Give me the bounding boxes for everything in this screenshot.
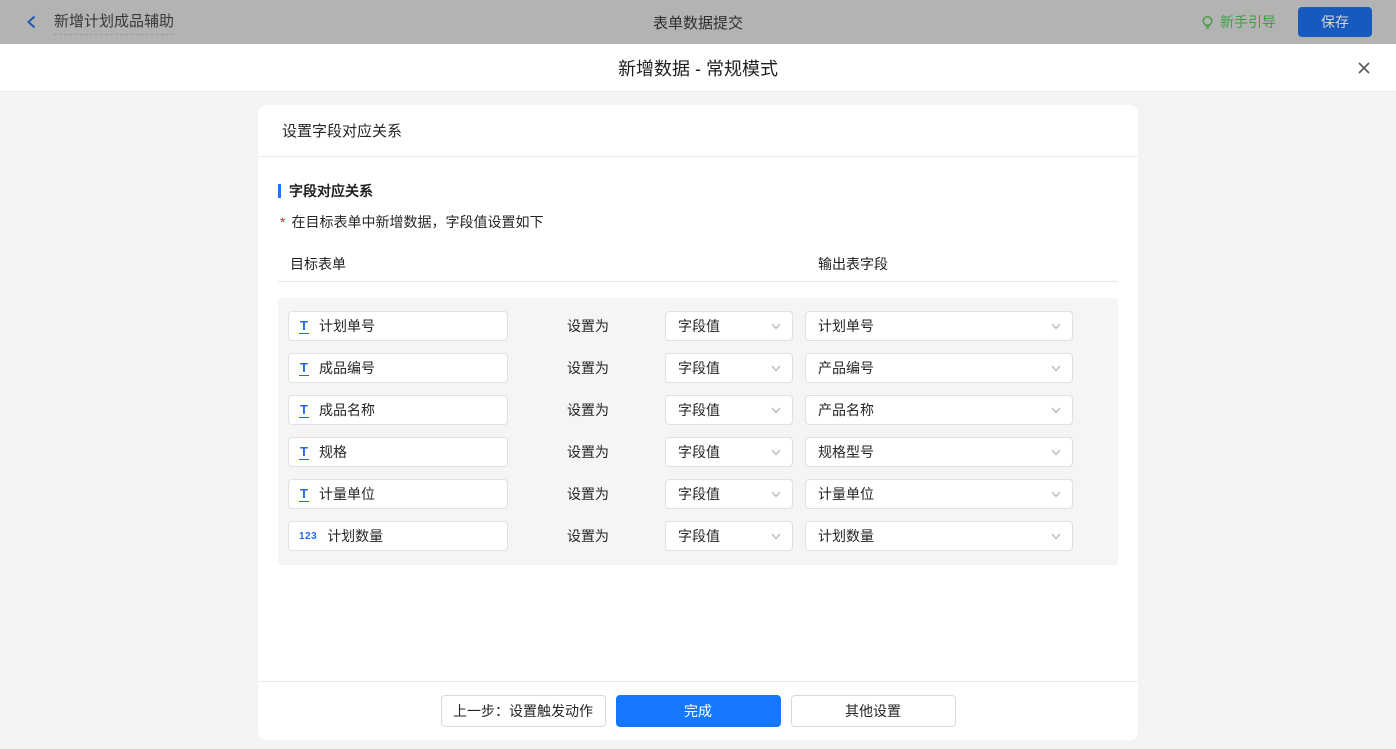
chevron-down-icon — [770, 488, 782, 500]
output-field-select[interactable]: 计量单位 — [805, 479, 1073, 509]
chevron-down-icon — [770, 320, 782, 332]
value-type-select[interactable]: 字段值 — [665, 311, 793, 341]
output-field-value: 计量单位 — [818, 484, 874, 504]
card-footer: 上一步：设置触发动作 完成 其他设置 — [258, 681, 1138, 740]
output-field-select[interactable]: 产品编号 — [805, 353, 1073, 383]
text-field-icon: T — [299, 403, 309, 418]
mapping-row: T 成品编号 设置为 字段值 产品编号 — [288, 353, 1108, 383]
value-type-select[interactable]: 字段值 — [665, 521, 793, 551]
column-header-output-fields: 输出表字段 — [818, 254, 888, 274]
target-field-name: 成品名称 — [319, 400, 375, 420]
value-type-value: 字段值 — [678, 316, 720, 336]
output-field-value: 产品编号 — [818, 358, 874, 378]
output-field-select[interactable]: 计划单号 — [805, 311, 1073, 341]
value-type-value: 字段值 — [678, 526, 720, 546]
text-field-icon: T — [299, 361, 309, 376]
set-as-label: 设置为 — [567, 358, 611, 378]
value-type-select[interactable]: 字段值 — [665, 479, 793, 509]
value-type-select[interactable]: 字段值 — [665, 395, 793, 425]
other-settings-button[interactable]: 其他设置 — [791, 695, 956, 727]
column-headers: 目标表单 输出表字段 — [278, 252, 1118, 282]
section-title-label: 字段对应关系 — [289, 181, 373, 201]
lightbulb-icon — [1200, 15, 1215, 30]
card-content: 字段对应关系 * 在目标表单中新增数据，字段值设置如下 目标表单 输出表字段 T… — [258, 157, 1138, 681]
description-text: 在目标表单中新增数据，字段值设置如下 — [291, 212, 543, 232]
target-field-name: 成品编号 — [319, 358, 375, 378]
chevron-down-icon — [770, 404, 782, 416]
mapping-row: 123 计划数量 设置为 字段值 计划数量 — [288, 521, 1108, 551]
chevron-down-icon — [770, 362, 782, 374]
target-field-box[interactable]: T 计量单位 — [288, 479, 508, 509]
output-field-value: 产品名称 — [818, 400, 874, 420]
target-field-name: 计量单位 — [319, 484, 375, 504]
text-field-icon: T — [299, 487, 309, 502]
card-header: 设置字段对应关系 — [258, 105, 1138, 157]
beginner-guide-link[interactable]: 新手引导 — [1200, 12, 1276, 32]
output-field-select[interactable]: 产品名称 — [805, 395, 1073, 425]
mapping-rows-panel: T 计划单号 设置为 字段值 计划单号 T — [278, 298, 1118, 565]
finish-button[interactable]: 完成 — [616, 695, 781, 727]
close-icon — [1356, 60, 1372, 76]
save-button[interactable]: 保存 — [1298, 7, 1372, 37]
target-field-name: 计划单号 — [319, 316, 375, 336]
value-type-value: 字段值 — [678, 358, 720, 378]
output-field-value: 计划单号 — [818, 316, 874, 336]
set-as-label: 设置为 — [567, 526, 611, 546]
close-button[interactable] — [1354, 58, 1374, 78]
section-title: 字段对应关系 — [278, 181, 1118, 201]
top-toolbar: 新增计划成品辅助 表单数据提交 新手引导 保存 — [0, 0, 1396, 44]
column-header-target-form: 目标表单 — [290, 254, 346, 274]
set-as-label: 设置为 — [567, 442, 611, 462]
workflow-title[interactable]: 新增计划成品辅助 — [54, 10, 174, 35]
target-field-name: 规格 — [319, 442, 347, 462]
output-field-select[interactable]: 规格型号 — [805, 437, 1073, 467]
output-field-select[interactable]: 计划数量 — [805, 521, 1073, 551]
output-field-value: 规格型号 — [818, 442, 874, 462]
chevron-down-icon — [1050, 530, 1062, 542]
target-field-box[interactable]: T 成品名称 — [288, 395, 508, 425]
mapping-row: T 成品名称 设置为 字段值 产品名称 — [288, 395, 1108, 425]
target-field-box[interactable]: 123 计划数量 — [288, 521, 508, 551]
target-field-box[interactable]: T 成品编号 — [288, 353, 508, 383]
target-field-name: 计划数量 — [327, 526, 383, 546]
previous-step-button[interactable]: 上一步：设置触发动作 — [441, 695, 606, 727]
chevron-left-icon — [24, 14, 40, 30]
back-button[interactable] — [24, 14, 40, 30]
set-as-label: 设置为 — [567, 316, 611, 336]
page-title: 表单数据提交 — [0, 12, 1396, 33]
set-as-label: 设置为 — [567, 484, 611, 504]
value-type-select[interactable]: 字段值 — [665, 437, 793, 467]
mapping-row: T 计划单号 设置为 字段值 计划单号 — [288, 311, 1108, 341]
chevron-down-icon — [1050, 362, 1062, 374]
chevron-down-icon — [1050, 320, 1062, 332]
chevron-down-icon — [1050, 488, 1062, 500]
mapping-row: T 计量单位 设置为 字段值 计量单位 — [288, 479, 1108, 509]
value-type-value: 字段值 — [678, 442, 720, 462]
set-as-label: 设置为 — [567, 400, 611, 420]
section-description: * 在目标表单中新增数据，字段值设置如下 — [278, 212, 1118, 232]
number-field-icon: 123 — [299, 531, 317, 542]
chevron-down-icon — [770, 446, 782, 458]
target-field-box[interactable]: T 计划单号 — [288, 311, 508, 341]
mapping-row: T 规格 设置为 字段值 规格型号 — [288, 437, 1108, 467]
field-mapping-card: 设置字段对应关系 字段对应关系 * 在目标表单中新增数据，字段值设置如下 目标表… — [258, 105, 1138, 740]
card-header-title: 设置字段对应关系 — [282, 120, 402, 141]
chevron-down-icon — [1050, 446, 1062, 458]
chevron-down-icon — [1050, 404, 1062, 416]
modal-title: 新增数据 - 常规模式 — [618, 55, 778, 81]
value-type-select[interactable]: 字段值 — [665, 353, 793, 383]
required-asterisk: * — [280, 214, 285, 230]
text-field-icon: T — [299, 319, 309, 334]
value-type-value: 字段值 — [678, 484, 720, 504]
modal-body: 设置字段对应关系 字段对应关系 * 在目标表单中新增数据，字段值设置如下 目标表… — [0, 105, 1396, 749]
guide-label: 新手引导 — [1220, 12, 1276, 32]
value-type-value: 字段值 — [678, 400, 720, 420]
target-field-box[interactable]: T 规格 — [288, 437, 508, 467]
text-field-icon: T — [299, 445, 309, 460]
section-accent-bar — [278, 184, 281, 198]
output-field-value: 计划数量 — [818, 526, 874, 546]
modal-header: 新增数据 - 常规模式 — [0, 44, 1396, 92]
chevron-down-icon — [770, 530, 782, 542]
